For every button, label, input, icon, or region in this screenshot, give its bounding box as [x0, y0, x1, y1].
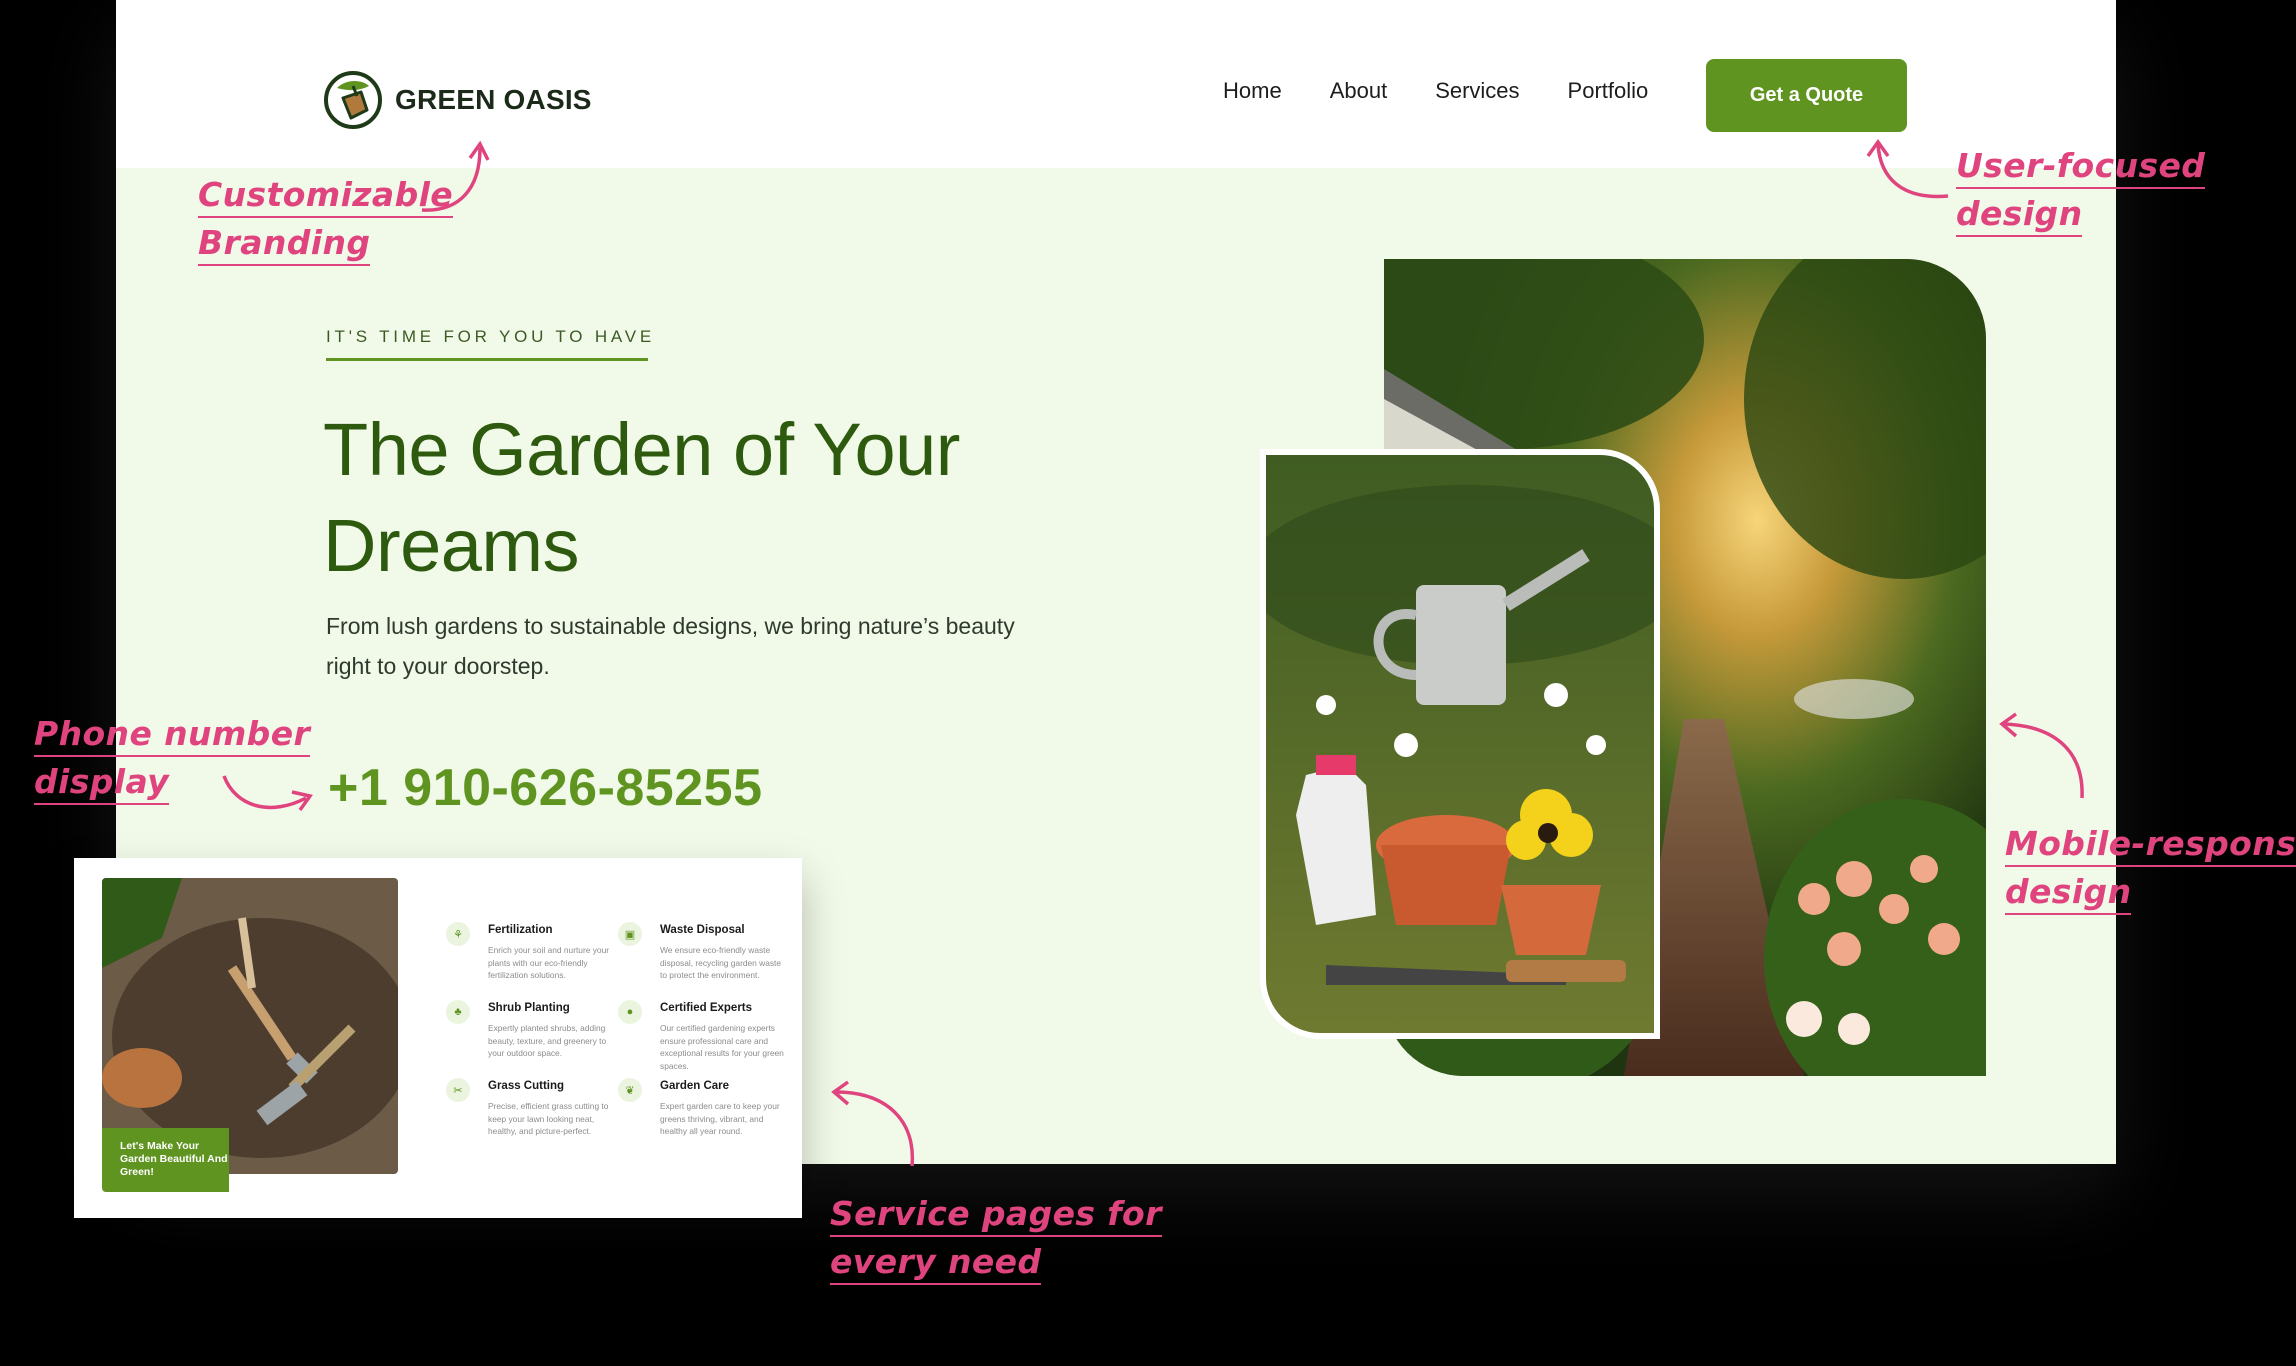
service-text: Our certified gardening experts ensure p… — [660, 1023, 784, 1071]
nav-services[interactable]: Services — [1435, 78, 1519, 104]
service-name: Grass Cutting — [488, 1080, 565, 1092]
nav-portfolio[interactable]: Portfolio — [1568, 78, 1649, 104]
arrow-icon — [831, 1080, 915, 1167]
annotation-line: User-focused — [1956, 145, 2206, 189]
nav-about[interactable]: About — [1330, 78, 1388, 104]
annotation-user-focused: User-focused design — [1956, 145, 2206, 241]
service-name: Shrub Planting — [488, 1002, 570, 1014]
service-name: Waste Disposal — [660, 924, 745, 936]
annotation-line: Mobile-responsive — [2005, 823, 2296, 867]
service-name: Fertilization — [488, 924, 553, 936]
services-preview-card: Let's Make Your Garden Beautiful And Gre… — [74, 858, 802, 1218]
cta-badge: Let's Make Your Garden Beautiful And Gre… — [102, 1128, 229, 1192]
arrow-icon — [222, 775, 313, 812]
annotation-branding: Customizable Branding — [198, 174, 454, 270]
service-name: Garden Care — [660, 1080, 730, 1092]
arrow-icon — [421, 140, 490, 212]
logo[interactable]: GREEN OASIS — [323, 70, 592, 130]
scissors-icon: ✂ — [446, 1078, 470, 1102]
annotation-line: Phone number — [34, 713, 311, 757]
stage: GREEN OASIS Home About Services Portfoli… — [0, 0, 2296, 1366]
hero-eyebrow: IT'S TIME FOR YOU TO HAVE — [326, 327, 656, 346]
arrow-icon — [1999, 712, 2084, 799]
get-quote-button[interactable]: Get a Quote — [1706, 59, 1907, 132]
service-text: We ensure eco-friendly waste disposal, r… — [660, 945, 782, 980]
nav-home[interactable]: Home — [1223, 78, 1282, 104]
navbar: GREEN OASIS Home About Services Portfoli… — [116, 0, 2116, 168]
service-name: Certified Experts — [660, 1002, 753, 1014]
annotation-line: Customizable — [198, 174, 454, 218]
eyebrow-underline — [326, 358, 648, 361]
arrow-icon — [1866, 138, 1949, 199]
service-text: Enrich your soil and nurture your plants… — [488, 945, 610, 980]
service-text: Precise, efficient grass cutting to keep… — [488, 1101, 609, 1136]
phone-number[interactable]: +1 910-626-85255 — [328, 758, 763, 818]
leaf-shovel-logo-icon — [324, 71, 382, 129]
main-nav: Home About Services Portfolio — [1223, 78, 1648, 104]
annotation-line: design — [1956, 193, 2083, 237]
leaf-icon: ❦ — [618, 1078, 642, 1102]
annotation-line: Service pages for — [830, 1193, 1162, 1237]
hero-title: The Garden of Your Dreams — [323, 408, 960, 587]
sprout-icon: ♣ — [446, 1000, 470, 1024]
annotation-service-pages: Service pages for every need — [830, 1193, 1162, 1289]
service-text: Expertly planted shrubs, adding beauty, … — [488, 1023, 607, 1058]
fertilizer-icon: ⚘ — [446, 922, 470, 946]
brand-name: GREEN OASIS — [395, 84, 592, 115]
garden-tools-photo — [1260, 449, 1660, 1039]
annotation-mobile: Mobile-responsive design — [2005, 823, 2296, 919]
badge-icon: ● — [618, 1000, 642, 1024]
service-text: Expert garden care to keep your greens t… — [660, 1101, 780, 1136]
annotation-line: design — [2005, 871, 2132, 915]
annotation-line: every need — [830, 1241, 1042, 1285]
hero-description: From lush gardens to sustainable designs… — [326, 613, 1015, 679]
trash-icon: ▣ — [618, 922, 642, 946]
annotation-line: Branding — [198, 222, 371, 266]
annotation-line: display — [34, 761, 170, 805]
